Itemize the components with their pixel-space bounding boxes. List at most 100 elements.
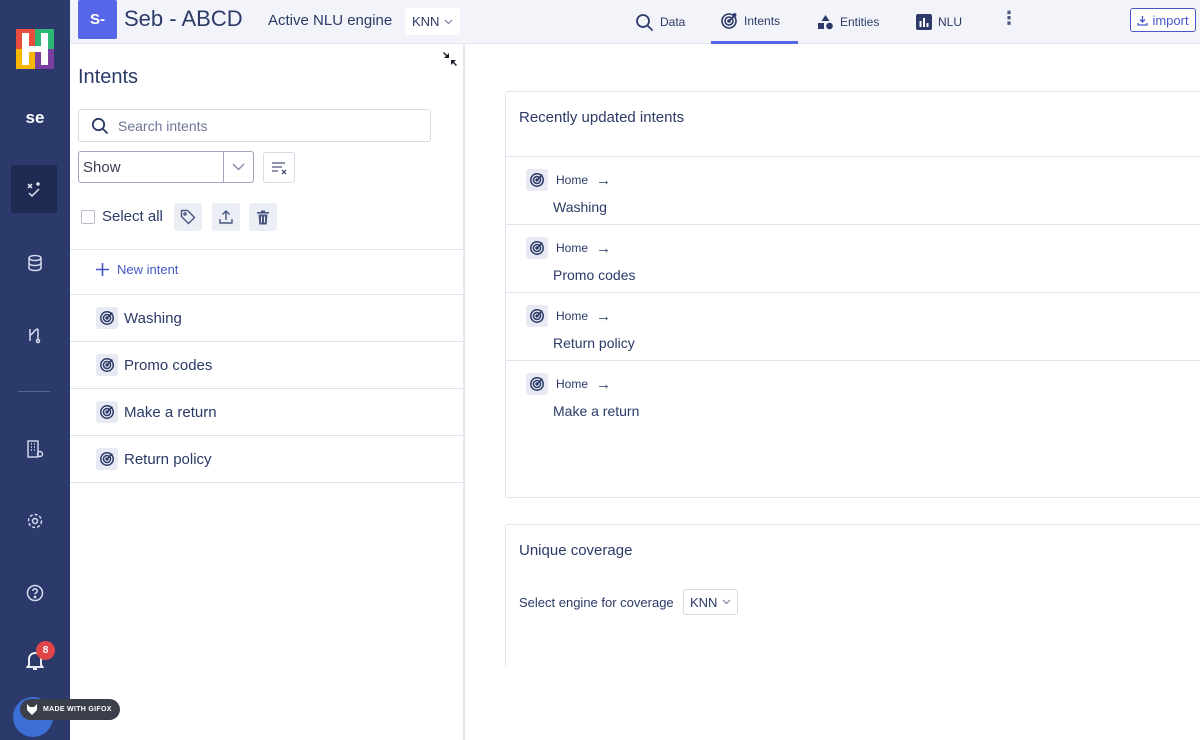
- intent-name: Return policy: [124, 450, 212, 468]
- unique-coverage-card: Unique coverage Select engine for covera…: [505, 524, 1200, 669]
- nlu-nav-icon[interactable]: [11, 165, 57, 213]
- breadcrumb-home[interactable]: Home: [556, 241, 588, 255]
- tab-nlu[interactable]: NLU: [916, 0, 962, 44]
- watermark-text: MADE WITH GIFOX: [43, 706, 112, 713]
- main-content: Recently updated intents Home → Washing …: [467, 44, 1200, 740]
- recent-intent-row[interactable]: Home → Promo codes: [506, 224, 1200, 292]
- target-icon: [721, 12, 737, 29]
- gear-icon[interactable]: [0, 508, 70, 534]
- search-box[interactable]: [78, 109, 431, 142]
- tag-button[interactable]: [174, 203, 202, 231]
- intent-list-item[interactable]: Make a return: [70, 389, 463, 436]
- top-bar: S- Seb - ABCD Active NLU engine KNN Data…: [70, 0, 1200, 44]
- new-intent-label: New intent: [117, 262, 179, 277]
- project-name[interactable]: Seb - ABCD: [124, 6, 243, 32]
- breadcrumb-home[interactable]: Home: [556, 377, 588, 391]
- tab-entities[interactable]: Entities: [817, 0, 879, 44]
- show-select-value: Show: [83, 158, 121, 176]
- target-icon: [96, 354, 118, 376]
- coverage-engine-value: KNN: [690, 594, 718, 610]
- import-button[interactable]: import: [1130, 8, 1196, 32]
- rail-divider: [18, 391, 50, 392]
- gifox-watermark: MADE WITH GIFOX: [20, 699, 120, 720]
- intent-name: Make a return: [124, 403, 217, 421]
- divider: [70, 249, 463, 250]
- engine-label: Active NLU engine: [268, 12, 393, 29]
- collapse-icon[interactable]: [443, 52, 457, 71]
- recent-intent-name: Return policy: [553, 335, 635, 351]
- breadcrumb-arrow: →: [596, 307, 612, 325]
- intent-name: Washing: [124, 309, 182, 327]
- target-icon: [526, 305, 548, 327]
- coverage-select-label: Select engine for coverage: [519, 595, 674, 610]
- coverage-title: Unique coverage: [519, 542, 633, 559]
- upload-icon: [219, 210, 233, 224]
- delete-button[interactable]: [249, 203, 277, 231]
- recent-intent-name: Make a return: [553, 403, 640, 419]
- export-button[interactable]: [212, 203, 240, 231]
- breadcrumb-arrow: →: [596, 171, 612, 189]
- new-intent-button[interactable]: New intent: [96, 262, 178, 277]
- import-button-label: import: [1152, 12, 1189, 28]
- clear-filter-icon: [271, 161, 286, 174]
- recent-intents-card: Recently updated intents Home → Washing …: [505, 91, 1200, 498]
- project-short-name[interactable]: se: [0, 104, 70, 132]
- notification-badge: 8: [36, 641, 55, 660]
- recent-intent-name: Promo codes: [553, 267, 636, 283]
- recent-intent-row[interactable]: Home → Make a return: [506, 360, 1200, 428]
- database-icon[interactable]: [0, 250, 70, 276]
- recent-intent-row[interactable]: Home → Washing: [506, 156, 1200, 224]
- intent-name: Promo codes: [124, 356, 213, 374]
- search-icon: [91, 117, 109, 134]
- building-settings-icon[interactable]: [0, 436, 70, 462]
- tab-nlu-label: NLU: [938, 15, 963, 29]
- tab-intents[interactable]: Intents: [711, 0, 798, 44]
- target-icon: [96, 448, 118, 470]
- app-root: se 8 S- Seb - ABCD Active NLU engine KNN…: [0, 0, 1200, 740]
- target-icon: [526, 169, 548, 191]
- download-icon: [1137, 15, 1149, 26]
- breadcrumb-arrow: →: [596, 239, 612, 257]
- engine-select[interactable]: KNN: [405, 8, 461, 35]
- help-icon[interactable]: [0, 580, 70, 606]
- recent-intent-row[interactable]: Home → Return policy: [506, 292, 1200, 360]
- select-all-checkbox[interactable]: [81, 209, 95, 224]
- project-badge[interactable]: S-: [78, 0, 117, 39]
- tab-intents-label: Intents: [744, 13, 781, 28]
- intent-list-item[interactable]: Promo codes: [70, 342, 463, 389]
- chevron-down-icon: [223, 152, 253, 182]
- breadcrumb: Home →: [526, 373, 611, 395]
- tag-icon: [180, 209, 196, 225]
- search-input[interactable]: [118, 117, 408, 134]
- plus-icon: [96, 263, 109, 276]
- more-menu-icon[interactable]: ⋮: [1000, 8, 1018, 29]
- left-rail: se 8: [0, 0, 70, 740]
- select-all-label: Select all: [102, 208, 163, 225]
- target-icon: [526, 237, 548, 259]
- show-select[interactable]: Show: [78, 151, 254, 183]
- select-all[interactable]: Select all: [81, 208, 163, 225]
- target-icon: [96, 401, 118, 423]
- breadcrumb-home[interactable]: Home: [556, 309, 588, 323]
- chevron-down-icon: [723, 599, 731, 605]
- fox-icon: [27, 704, 37, 715]
- clear-filter-button[interactable]: [263, 152, 295, 183]
- breadcrumb: Home →: [526, 169, 611, 191]
- breadcrumb: Home →: [526, 237, 611, 259]
- trash-icon: [257, 210, 269, 224]
- page-title: Intents: [78, 66, 139, 88]
- breadcrumb-home[interactable]: Home: [556, 173, 588, 187]
- coverage-engine-select[interactable]: KNN: [683, 589, 739, 615]
- intent-list-item[interactable]: Washing: [70, 295, 463, 342]
- tab-entities-label: Entities: [840, 15, 880, 29]
- intent-list-item[interactable]: Return policy: [70, 436, 463, 483]
- shapes-icon: [818, 14, 833, 29]
- stories-icon[interactable]: [0, 322, 70, 348]
- search-icon: [636, 13, 654, 31]
- breadcrumb-arrow: →: [596, 375, 612, 393]
- app-logo[interactable]: [0, 28, 70, 70]
- recent-intents-title: Recently updated intents: [519, 109, 685, 126]
- chevron-down-icon: [445, 19, 453, 24]
- bell-icon[interactable]: [0, 646, 70, 674]
- tab-data[interactable]: Data: [635, 0, 685, 44]
